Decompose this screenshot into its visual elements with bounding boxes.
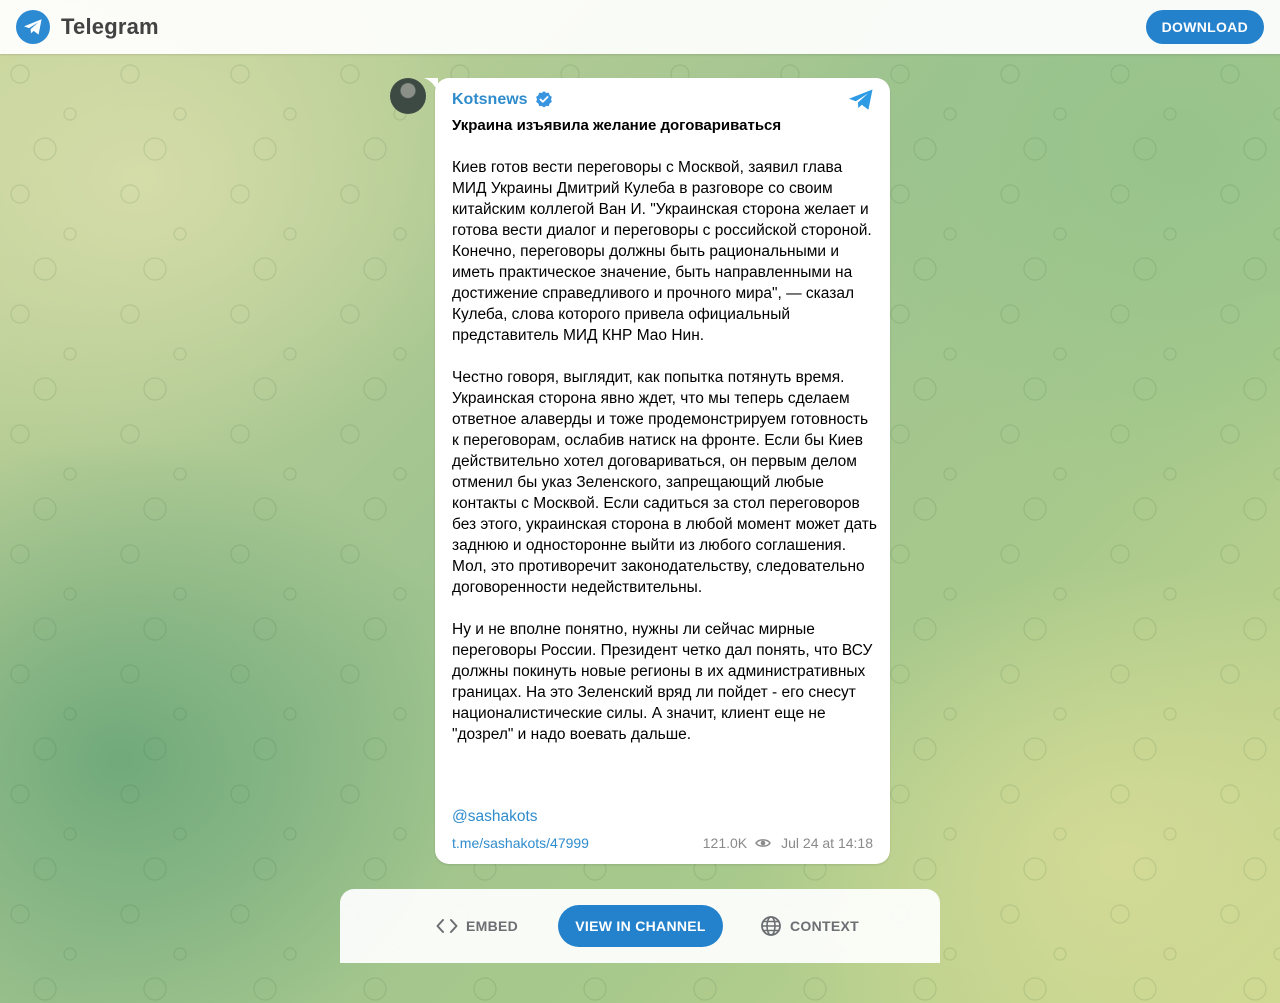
post-date[interactable]: Jul 24 at 14:18 (781, 835, 873, 851)
view-count: 121.0K (702, 835, 748, 851)
post-paragraph: Киев готов вести переговоры с Москвой, з… (452, 159, 872, 344)
code-brackets-icon (436, 919, 458, 933)
context-button[interactable]: CONTEXT (760, 905, 859, 947)
channel-avatar[interactable] (390, 78, 426, 114)
post-actions-bar: EMBED VIEW IN CHANNEL CONTEXT (340, 889, 940, 963)
embed-label: EMBED (466, 918, 519, 934)
channel-header: Kotsnews (452, 90, 554, 110)
author-mention-link[interactable]: @sashakots (452, 808, 538, 826)
verified-badge-icon (535, 91, 552, 108)
telegram-plane-icon[interactable] (848, 88, 874, 112)
view-in-channel-button[interactable]: VIEW IN CHANNEL (558, 905, 723, 947)
download-button[interactable]: DOWNLOAD (1145, 10, 1264, 44)
post-paragraph: Честно говоря, выглядит, как попытка пот… (452, 369, 877, 596)
context-label: CONTEXT (790, 918, 859, 934)
post-paragraph: Ну и не вполне понятно, нужны ли сейчас … (452, 621, 873, 743)
embed-button[interactable]: EMBED (436, 905, 518, 947)
message-bubble: Kotsnews Украина изъявила желание догова… (435, 78, 890, 864)
globe-icon (761, 916, 781, 936)
brand[interactable]: Telegram (16, 10, 159, 44)
post-permalink[interactable]: t.me/sashakots/47999 (452, 835, 589, 851)
post-body: Киев готов вести переговоры с Москвой, з… (452, 157, 877, 766)
channel-name[interactable]: Kotsnews (452, 91, 528, 109)
post-title: Украина изъявила желание договариваться (452, 117, 782, 134)
telegram-logo-icon (16, 10, 50, 44)
top-bar: Telegram DOWNLOAD (0, 0, 1280, 54)
brand-name: Telegram (61, 14, 159, 39)
eye-icon (755, 839, 772, 847)
post-meta: 121.0K Jul 24 at 14:18 (703, 835, 873, 851)
